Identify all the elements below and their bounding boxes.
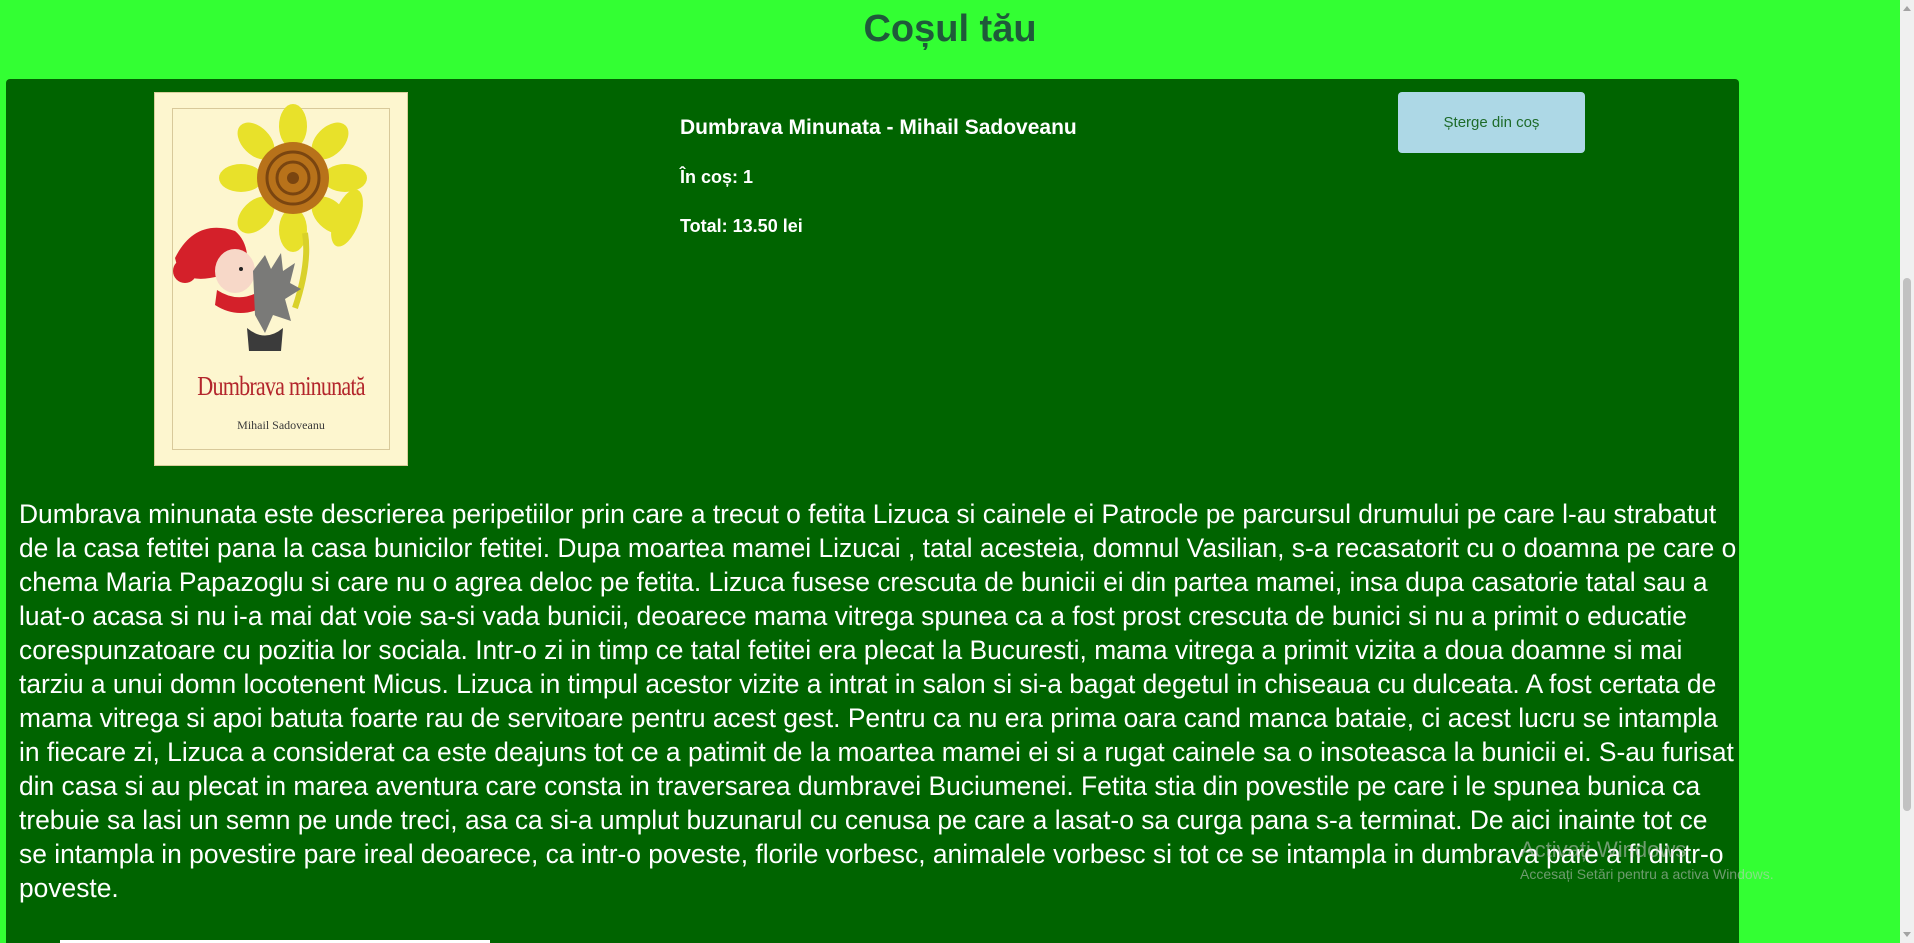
cover-illustration: [173, 104, 367, 351]
total-price: Total: 13.50 lei: [680, 216, 803, 236]
book-cover-image: Dumbrava minunată Mihail Sadoveanu: [154, 92, 408, 466]
remove-from-cart-button[interactable]: Șterge din coș: [1398, 92, 1585, 153]
watermark-title: Activați Windows: [1520, 837, 1687, 862]
scroll-up-icon[interactable]: [1903, 6, 1911, 11]
watermark-subtitle: Accesați Setări pentru a activa Windows.: [1520, 866, 1774, 882]
cart-item: Dumbrava minunată Mihail Sadoveanu Dumbr…: [6, 79, 1739, 943]
scroll-down-icon[interactable]: [1903, 932, 1911, 937]
item-info: Dumbrava Minunata - Mihail Sadoveanu În …: [680, 115, 1077, 237]
vertical-scrollbar[interactable]: [1900, 0, 1914, 943]
page-title: Coșul tău: [863, 8, 1037, 50]
scrollbar-thumb[interactable]: [1903, 278, 1911, 811]
cover-author: Mihail Sadoveanu: [237, 418, 325, 432]
product-description: Dumbrava minunata este descrierea peripe…: [19, 499, 1737, 903]
quantity-text: În coș: 1: [680, 167, 754, 187]
windows-activation-watermark: Activați Windows Accesați Setări pentru …: [1520, 836, 1774, 884]
cart-page: Coșul tău Dumbrava minunată Mihail Sadov…: [0, 0, 1914, 943]
product-name: Dumbrava Minunata - Mihail Sadoveanu: [680, 116, 1077, 139]
cover-title: Dumbrava minunată: [197, 371, 365, 401]
